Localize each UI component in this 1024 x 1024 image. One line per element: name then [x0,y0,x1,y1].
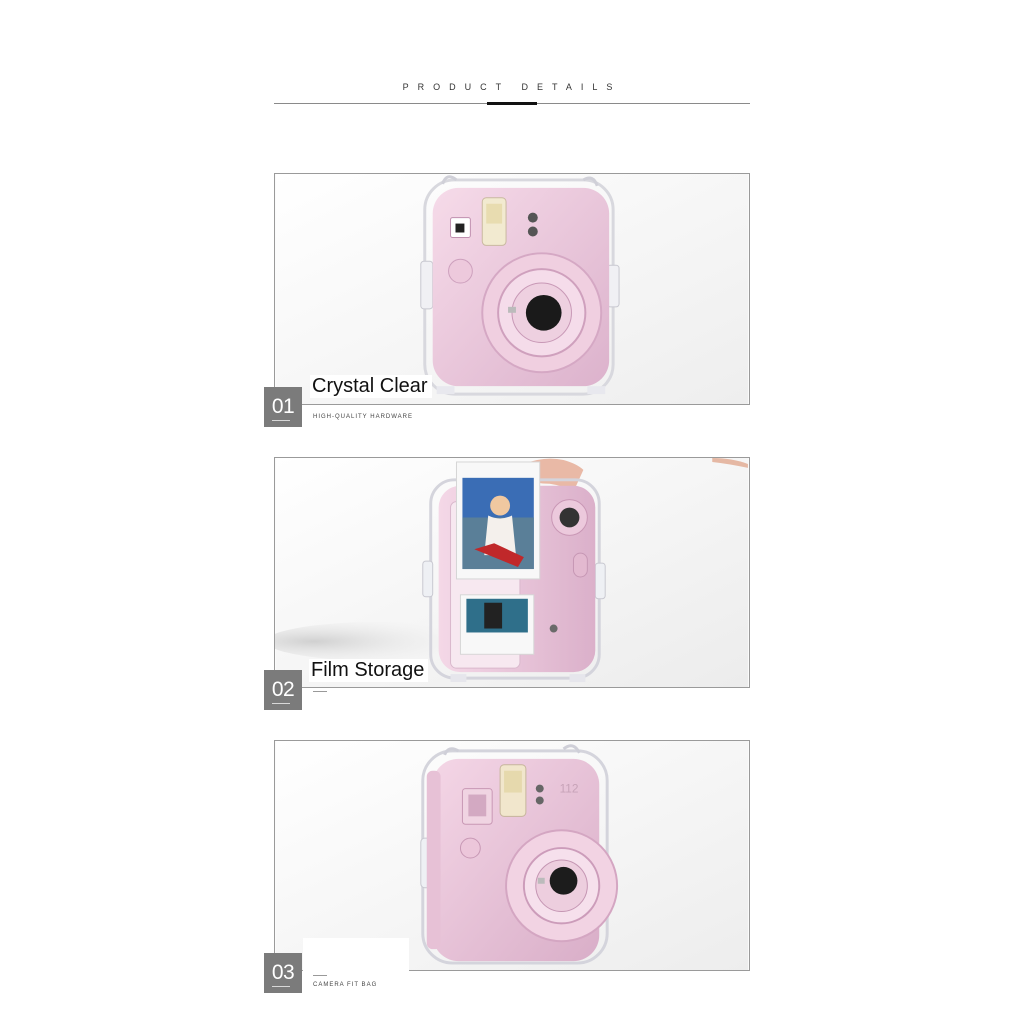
feature-panel-2 [274,457,750,688]
camera-model-label: 112 [560,782,579,796]
feature-number-1: 01 [264,387,302,427]
feature-divider-2 [313,691,327,692]
feature-subtitle-1: HIGH-QUALITY HARDWARE [313,414,414,420]
feature-divider-3 [313,975,327,976]
feature-number-3: 03 [264,953,302,993]
section-title: PRODUCT DETAILS [402,82,622,92]
feature-number-2: 02 [264,670,302,710]
feature-panel-1 [274,173,750,405]
header-accent-bar [487,102,537,105]
feature-subtitle-3: CAMERA FIT BAG [313,982,378,988]
camera-angle-photo: 112 [276,741,748,970]
camera-front-photo [276,174,748,404]
title-placeholder-3 [303,938,409,972]
product-details-header: PRODUCT DETAILS [274,70,750,110]
film-storage-photo [275,458,748,687]
feature-panel-3: 112 [274,740,750,971]
feature-title-1: Crystal Clear [310,375,432,398]
feature-title-2: Film Storage [309,659,429,682]
